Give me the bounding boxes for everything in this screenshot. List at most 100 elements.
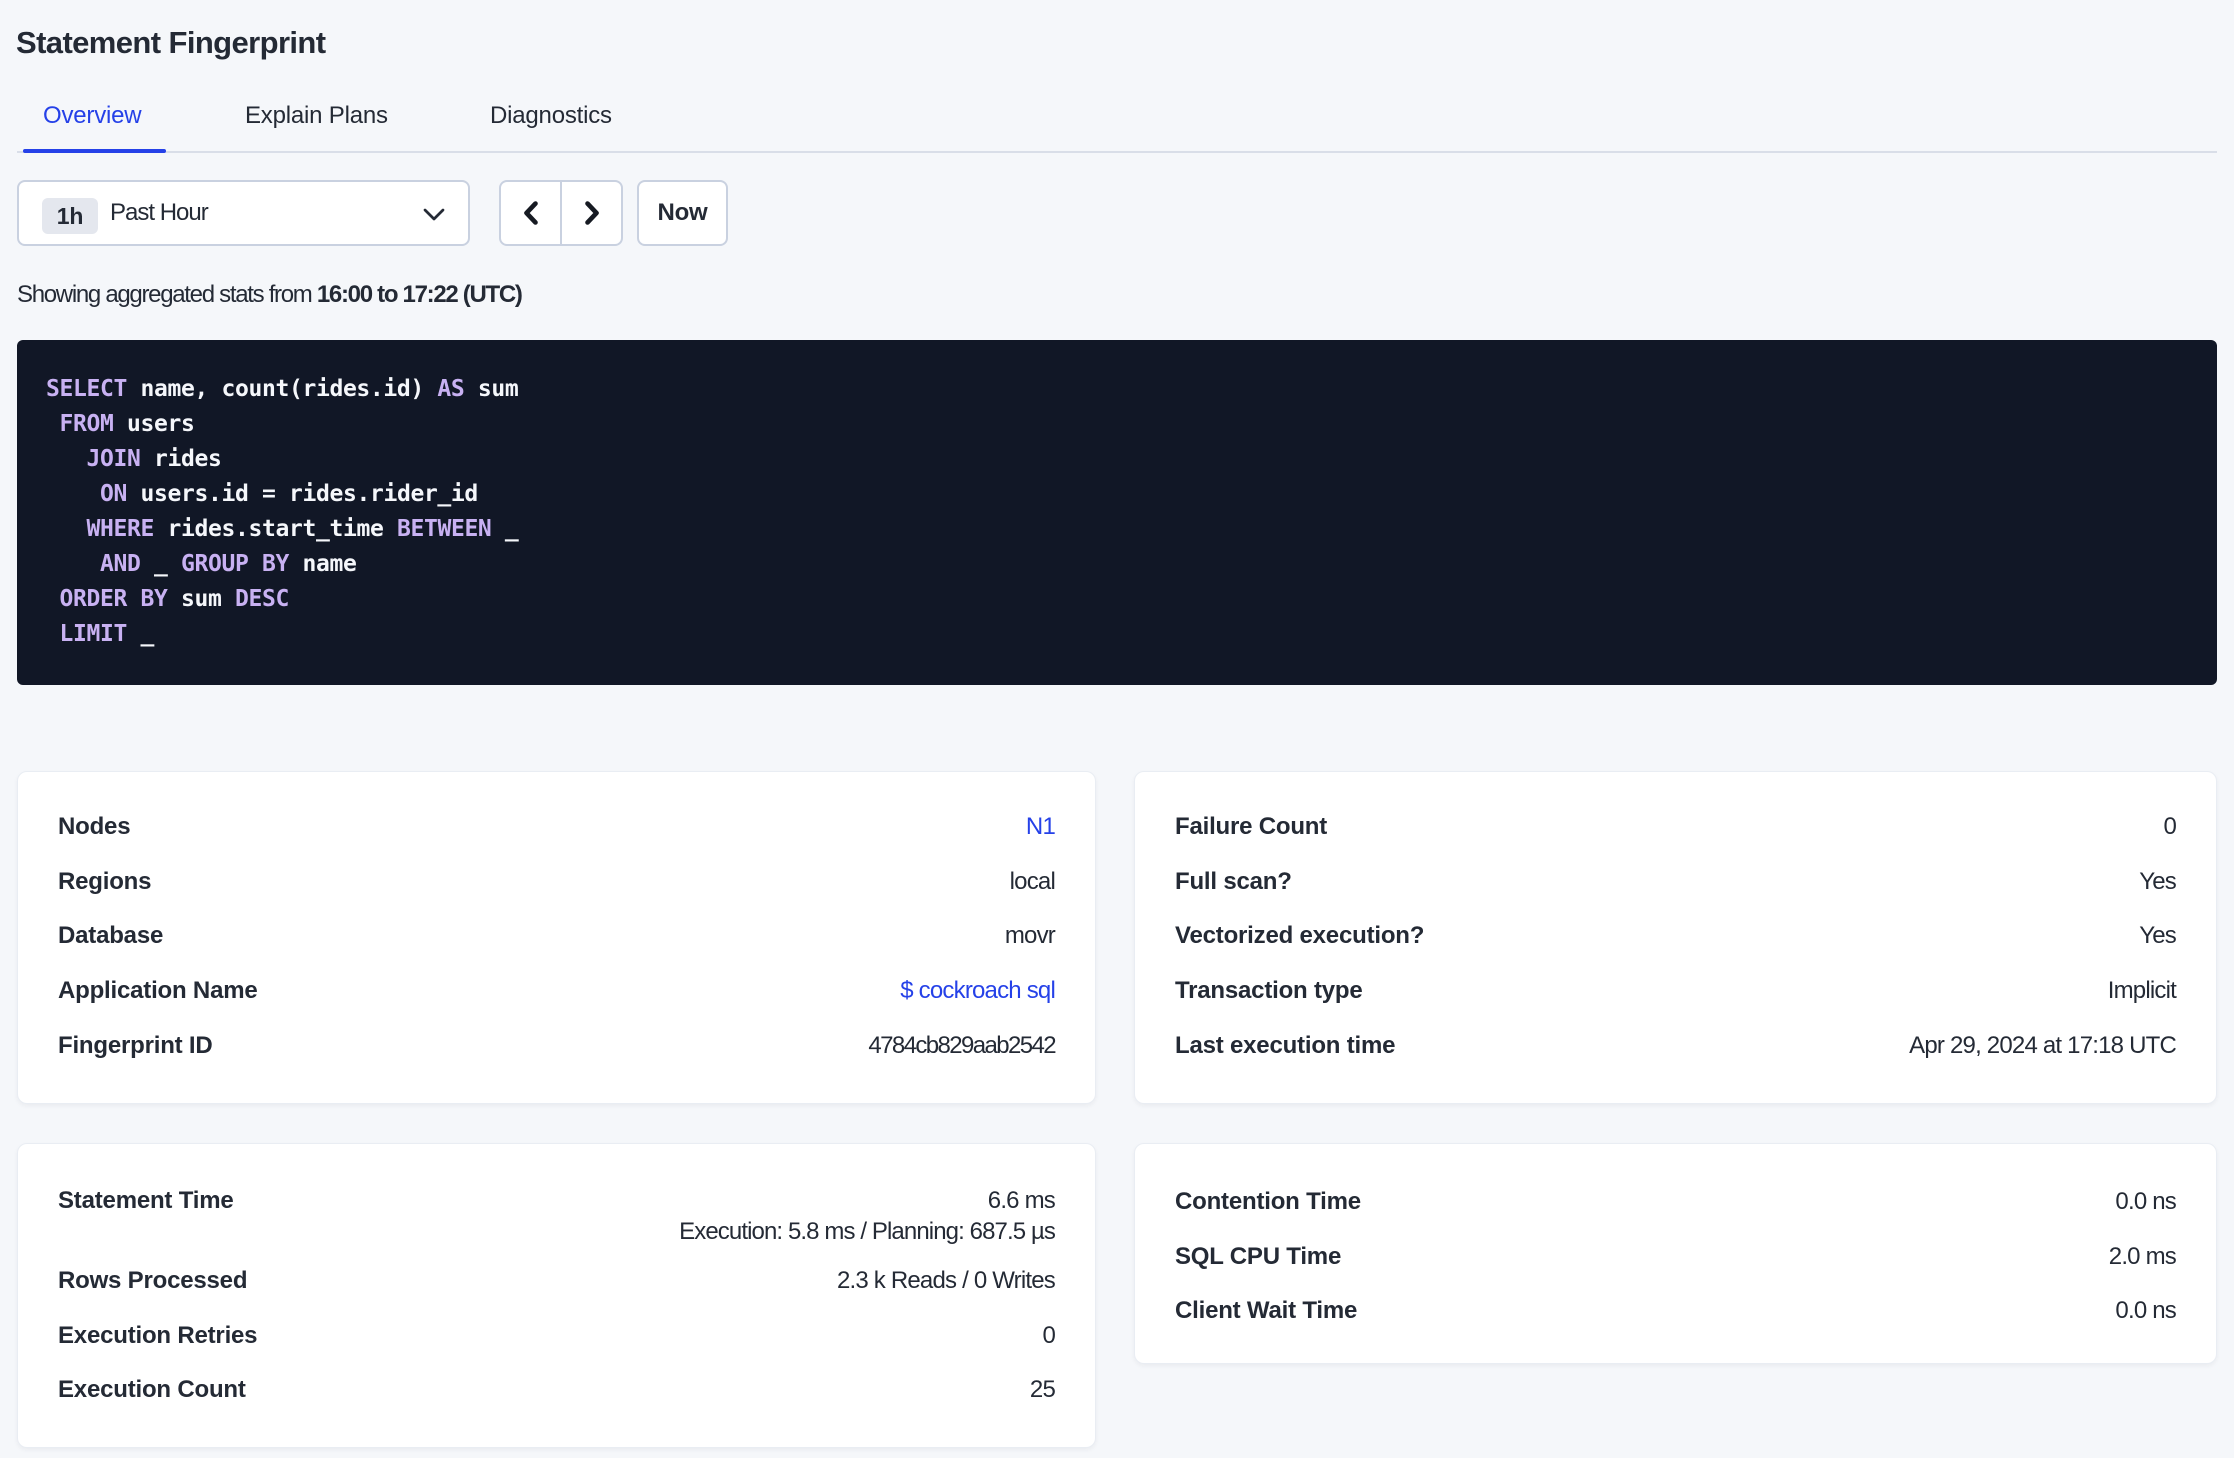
row-label: Regions [58,867,152,895]
card-row: Rows Processed 2.3 k Reads / 0 Writes [58,1254,1056,1309]
sql-keyword: JOIN [86,446,141,472]
row-value: 2.3 k Reads / 0 Writes [836,1267,1056,1295]
sql-text: rides [140,446,222,472]
time-range-badge: 1h [42,198,98,234]
row-subvalue: Execution: 5.8 ms / Planning: 687.5 µs [679,1218,1056,1245]
sql-text: _ [491,516,519,542]
sql-text: _ [127,621,154,647]
prev-time-button[interactable] [501,182,560,244]
summary-range: 16:00 to 17:22 (UTC) [316,281,523,308]
page-title: Statement Fingerprint [16,25,326,60]
card-row: Full scan? Yes [1175,855,2177,910]
row-label: Contention Time [1175,1188,1361,1216]
card-row: Execution Retries 0 [58,1309,1056,1364]
row-value: 0.0 ns [2115,1297,2176,1325]
time-range-dropdown[interactable]: 1h Past Hour [17,180,470,246]
card-row: Execution Count 25 [58,1363,1056,1418]
card-row: Application Name $ cockroach sql [58,964,1056,1019]
tab-overview[interactable]: Overview [43,104,142,128]
time-pager [499,180,623,246]
tab-explain-plans[interactable]: Explain Plans [245,104,388,128]
row-value: 25 [1029,1376,1056,1404]
now-button-label: Now [657,199,708,226]
tab-bar: Overview Explain Plans Diagnostics [0,104,2234,134]
row-value: Yes [2139,867,2177,895]
sql-text: sum [167,586,235,612]
row-label: Database [58,922,164,950]
row-label: Nodes [58,813,131,841]
row-value: Apr 29, 2024 at 17:18 UTC [1909,1031,2177,1059]
sql-text: users.id = rides.rider_id [127,481,478,507]
sql-keyword: FROM [59,411,114,437]
sql-statement: SELECT name, count(rides.id) AS sum FROM… [46,372,2187,652]
row-label: Statement Time [58,1187,234,1214]
tab-bar-rule [17,151,2217,153]
card-row: Fingerprint ID 4784cb829aab2542 [58,1018,1057,1073]
row-value: 0.0 ns [2115,1188,2176,1216]
sql-keyword: ORDER BY [59,586,168,612]
card-row: Vectorized execution? Yes [1175,909,2177,964]
chevron-right-icon [584,201,599,225]
card-row: Last execution time Apr 29, 2024 at 17:18… [1175,1018,2177,1073]
stats-card-left: Statement Time 6.6 ms Execution: 5.8 ms / … [17,1143,1096,1448]
row-label: Execution Count [58,1376,246,1404]
row-label: SQL CPU Time [1175,1242,1342,1270]
details-card-right: Failure Count 0 Full scan? Yes Vectorized ex… [1134,771,2217,1104]
sql-text: rides.start_time [154,516,397,542]
row-value: local [1009,867,1056,895]
card-row: Database movr [58,909,1056,964]
row-value: Implicit [2107,977,2177,1005]
card-row: SQL CPU Time 2.0 ms [1175,1230,2177,1285]
card-row: Statement Time 6.6 ms [58,1183,1056,1219]
row-label: Application Name [58,977,258,1005]
card-row: Contention Time 0.0 ns [1175,1175,2177,1230]
row-value-link[interactable]: N1 [1026,813,1056,841]
row-label: Execution Retries [58,1321,258,1349]
sql-statement-box: SELECT name, count(rides.id) AS sum FROM… [17,340,2217,685]
aggregated-stats-summary: Showing aggregated stats from 16:00 to 1… [17,281,523,308]
sql-keyword: GROUP BY [181,551,289,577]
now-button[interactable]: Now [637,180,728,246]
row-value: Yes [2139,922,2177,950]
details-card-left: Nodes N1 Regions local Database movr Applicati… [17,771,1096,1104]
sql-keyword: ON [100,481,127,507]
row-label: Last execution time [1175,1031,1396,1059]
card-row: Nodes N1 [58,800,1056,855]
sql-text: name, count(rides.id) [126,376,438,402]
sql-keyword: AND [100,551,141,577]
row-value-link[interactable]: $ cockroach sql [900,977,1056,1005]
row-label: Failure Count [1175,813,1328,841]
row-label: Vectorized execution? [1175,922,1425,950]
sql-keyword: LIMIT [59,621,128,647]
sql-text: sum [464,376,519,402]
row-label: Transaction type [1175,977,1363,1005]
summary-prefix: Showing aggregated stats from [17,281,317,308]
chevron-down-icon [423,208,445,221]
row-label: Rows Processed [58,1267,248,1295]
row-value: 6.6 ms [987,1187,1056,1214]
time-range-selected: Past Hour [110,199,209,226]
row-label: Full scan? [1175,867,1292,895]
sql-keyword: DESC [234,586,289,612]
row-value: 2.0 ms [2108,1242,2177,1270]
next-time-button[interactable] [560,182,621,244]
sql-text: _ [140,551,181,577]
card-row: Client Wait Time 0.0 ns [1175,1284,2177,1339]
active-tab-underline [23,149,166,153]
row-label: Fingerprint ID [58,1031,213,1059]
row-label: Client Wait Time [1175,1297,1358,1325]
card-row: Transaction type Implicit [1175,964,2177,1019]
tab-diagnostics[interactable]: Diagnostics [490,104,612,128]
statement-fingerprint-page: Statement Fingerprint Overview Explain Pl… [0,0,2234,1458]
sql-keyword: AS [437,376,465,402]
sql-keyword: WHERE [86,516,155,542]
card-row: Failure Count 0 [1175,800,2177,855]
card-row: Regions local [58,855,1056,910]
sql-text: users [113,411,195,437]
